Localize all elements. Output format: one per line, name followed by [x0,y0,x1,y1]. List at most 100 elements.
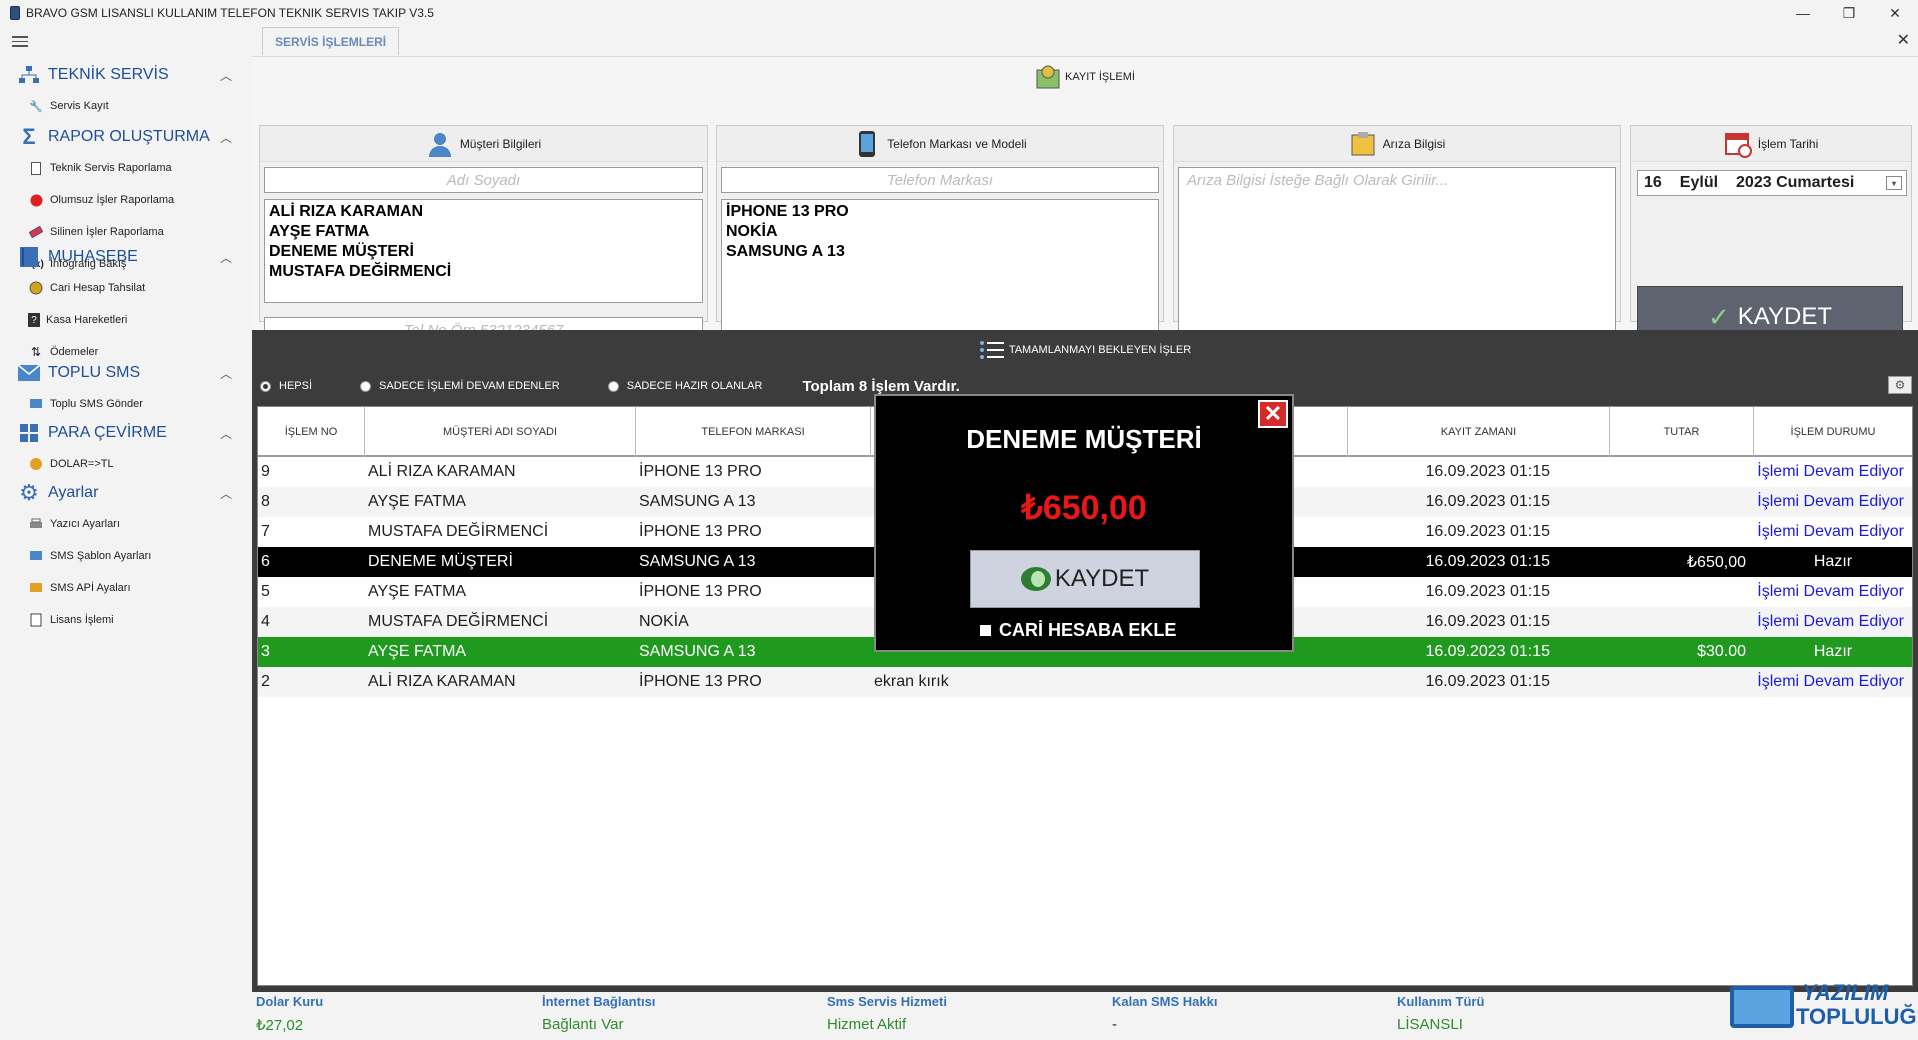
cell-name: DENEME MÜŞTERİ [368,553,513,570]
sidebar-item-cari-hesap[interactable]: Cari Hesap Tahsilat [0,272,252,304]
list-item[interactable]: DENEME MÜŞTERİ [269,242,698,262]
chevron-up-icon[interactable]: ︿ [220,249,232,266]
map-pin-icon [1035,64,1061,90]
sidebar-item-label: SMS Şablon Ayarları [50,550,152,562]
sidebar-group-header[interactable]: TEKNİK SERVİS ︿ [0,60,252,90]
sidebar-group-header[interactable]: MUHASEBE ︿ [0,242,252,272]
money-icon [28,456,44,472]
cell-time: 16.09.2023 01:15 [1425,613,1550,630]
cell-no: 2 [261,673,270,690]
chevron-up-icon[interactable]: ︿ [220,67,232,84]
filter-hazir[interactable]: SADECE HAZIR OLANLAR [607,380,762,392]
sidebar-group-header[interactable]: Σ RAPOR OLUŞTURMA ︿ [0,122,252,152]
cell-time: 16.09.2023 01:15 [1425,493,1550,510]
cell-no: 3 [261,643,270,660]
modal-save-button[interactable]: KAYDET [970,550,1200,608]
tab-servis-islemleri[interactable]: SERVİS İŞLEMLERİ [262,27,400,55]
sidebar-item-olumsuz[interactable]: Olumsuz İşler Raporlama [0,184,252,216]
status-label: Kalan SMS Hakkı [1112,994,1218,1009]
cell-phone: İPHONE 13 PRO [639,463,762,480]
sidebar-group-header[interactable]: PARA ÇEVİRME ︿ [0,418,252,448]
sidebar-item-servis-kayit[interactable]: 🔧 Servis Kayıt [0,90,252,122]
license-icon [28,612,44,628]
column-header[interactable]: MÜŞTERİ ADI SOYADI [365,407,636,457]
minimize-button[interactable]: — [1780,0,1826,26]
cell-amount [1610,667,1754,697]
list-item[interactable]: MUSTAFA DEĞİRMENCİ [269,262,698,282]
sidebar-item-dolar-tl[interactable]: DOLAR=>TL [0,448,252,480]
date-day: 16 [1644,174,1662,191]
cell-amount: $30.00 [1697,643,1746,660]
sidebar-group-header[interactable]: ⚙ Ayarlar ︿ [0,478,252,508]
cell-time: 16.09.2023 01:15 [1425,643,1550,660]
chevron-up-icon[interactable]: ︿ [220,129,232,146]
filter-devam[interactable]: SADECE İŞLEMİ DEVAM EDENLER [360,380,560,392]
column-header[interactable]: İŞLEM NO [258,407,365,457]
sidebar-item-toplu-sms-gonder[interactable]: Toplu SMS Gönder [0,388,252,420]
radio-icon [360,380,372,392]
modal-save-label: KAYDET [1054,565,1150,592]
modal-title: DENEME MÜŞTERİ [966,424,1202,454]
column-header[interactable]: TUTAR [1610,407,1754,457]
column-header[interactable]: KAYIT ZAMANI [1348,407,1610,457]
table-row[interactable]: 2 ALİ RIZA KARAMAN İPHONE 13 PRO ekran kırı… [258,667,1912,697]
column-header[interactable]: İŞLEM DURUMU [1754,407,1912,457]
date-picker[interactable]: 16 Eylül 2023 Cumartesi ▾ [1637,170,1907,196]
list-item[interactable]: NOKİA [726,222,1154,242]
grid-settings-gear-icon[interactable]: ⚙ [1888,376,1912,394]
cell-name: AYŞE FATMA [368,583,467,600]
restore-button[interactable]: ❐ [1826,0,1872,26]
sidebar-group-label: PARA ÇEVİRME [48,424,167,441]
sidebar-item-kasa[interactable]: ? Kasa Hareketleri [0,304,252,336]
red-circle-icon [28,192,44,208]
close-window-button[interactable]: ✕ [1872,0,1918,26]
phone-list[interactable]: İPHONE 13 PRO NOKİA SAMSUNG A 13 [721,199,1159,343]
status-value: ₺27,02 [256,1017,304,1034]
cell-status: İşlemi Devam Ediyor [1757,613,1904,630]
sidebar-item-sms-api[interactable]: SMS APİ Ayaları [0,572,252,604]
sidebar-item-yazici[interactable]: Yazıcı Ayarları [0,508,252,540]
chevron-up-icon[interactable]: ︿ [220,365,232,382]
sidebar-group-header[interactable]: TOPLU SMS ︿ [0,358,252,388]
cell-amount [1610,457,1754,487]
cell-status: İşlemi Devam Ediyor [1757,523,1904,540]
sidebar-item-label: Lisans İşlemi [50,614,114,626]
phone-panel-header: Telefon Markası ve Modeli [717,126,1163,162]
coins-icon [28,280,44,296]
chevron-up-icon[interactable]: ︿ [220,485,232,502]
list-item[interactable]: AYŞE FATMA [269,222,698,242]
save-toggle-icon [1020,567,1051,591]
fault-textarea[interactable]: Arıza Bilgisi İsteğe Bağlı Olarak Girili… [1178,167,1616,343]
sidebar-item-label: Teknik Servis Raporlama [50,162,172,174]
cell-status: İşlemi Devam Ediyor [1757,583,1904,600]
customer-name-input[interactable]: Adı Soyadı [264,167,703,193]
printer-icon [28,516,44,532]
close-tab-button[interactable]: ✕ [1897,30,1910,50]
hamburger-menu-icon[interactable] [12,36,28,48]
cari-hesap-checkbox[interactable]: CARİ HESABA EKLE [980,620,1176,641]
list-item[interactable]: SAMSUNG A 13 [726,242,1154,262]
cell-amount: ₺650,00 [1686,554,1746,571]
filter-hepsi[interactable]: HEPSİ [260,380,312,392]
sidebar-item-sms-sablon[interactable]: SMS Şablon Ayarları [0,540,252,572]
sidebar-item-lisans[interactable]: Lisans İşlemi [0,604,252,636]
monitor-icon [1730,986,1794,1028]
window-title: BRAVO GSM LISANSLI KULLANIM TELEFON TEKN… [26,6,434,20]
sidebar-item-label: Cari Hesap Tahsilat [50,282,146,294]
list-item[interactable]: ALİ RIZA KARAMAN [269,202,698,222]
kayit-header-label: KAYIT İŞLEMİ [1065,71,1135,83]
status-label: Sms Servis Hizmeti [827,994,947,1009]
status-value: LİSANSLI [1397,1016,1463,1033]
phone-brand-input[interactable]: Telefon Markası [721,167,1159,193]
cell-amount [1610,577,1754,607]
cell-status: İşlemi Devam Ediyor [1757,493,1904,510]
cell-status: Hazır [1813,643,1853,660]
sidebar-item-teknik-servis-raporlama[interactable]: Teknik Servis Raporlama [0,152,252,184]
pending-header-label: TAMAMLANMAYI BEKLEYEN İŞLER [1008,344,1192,356]
column-header[interactable]: TELEFON MARKASI [636,407,871,457]
chevron-up-icon[interactable]: ︿ [220,425,232,442]
list-item[interactable]: İPHONE 13 PRO [726,202,1154,222]
calendar-dropdown-icon[interactable]: ▾ [1886,176,1902,190]
title-bar: BRAVO GSM LISANSLI KULLANIM TELEFON TEKN… [0,0,1918,26]
customer-list[interactable]: ALİ RIZA KARAMAN AYŞE FATMA DENEME MÜŞTE… [264,199,703,303]
